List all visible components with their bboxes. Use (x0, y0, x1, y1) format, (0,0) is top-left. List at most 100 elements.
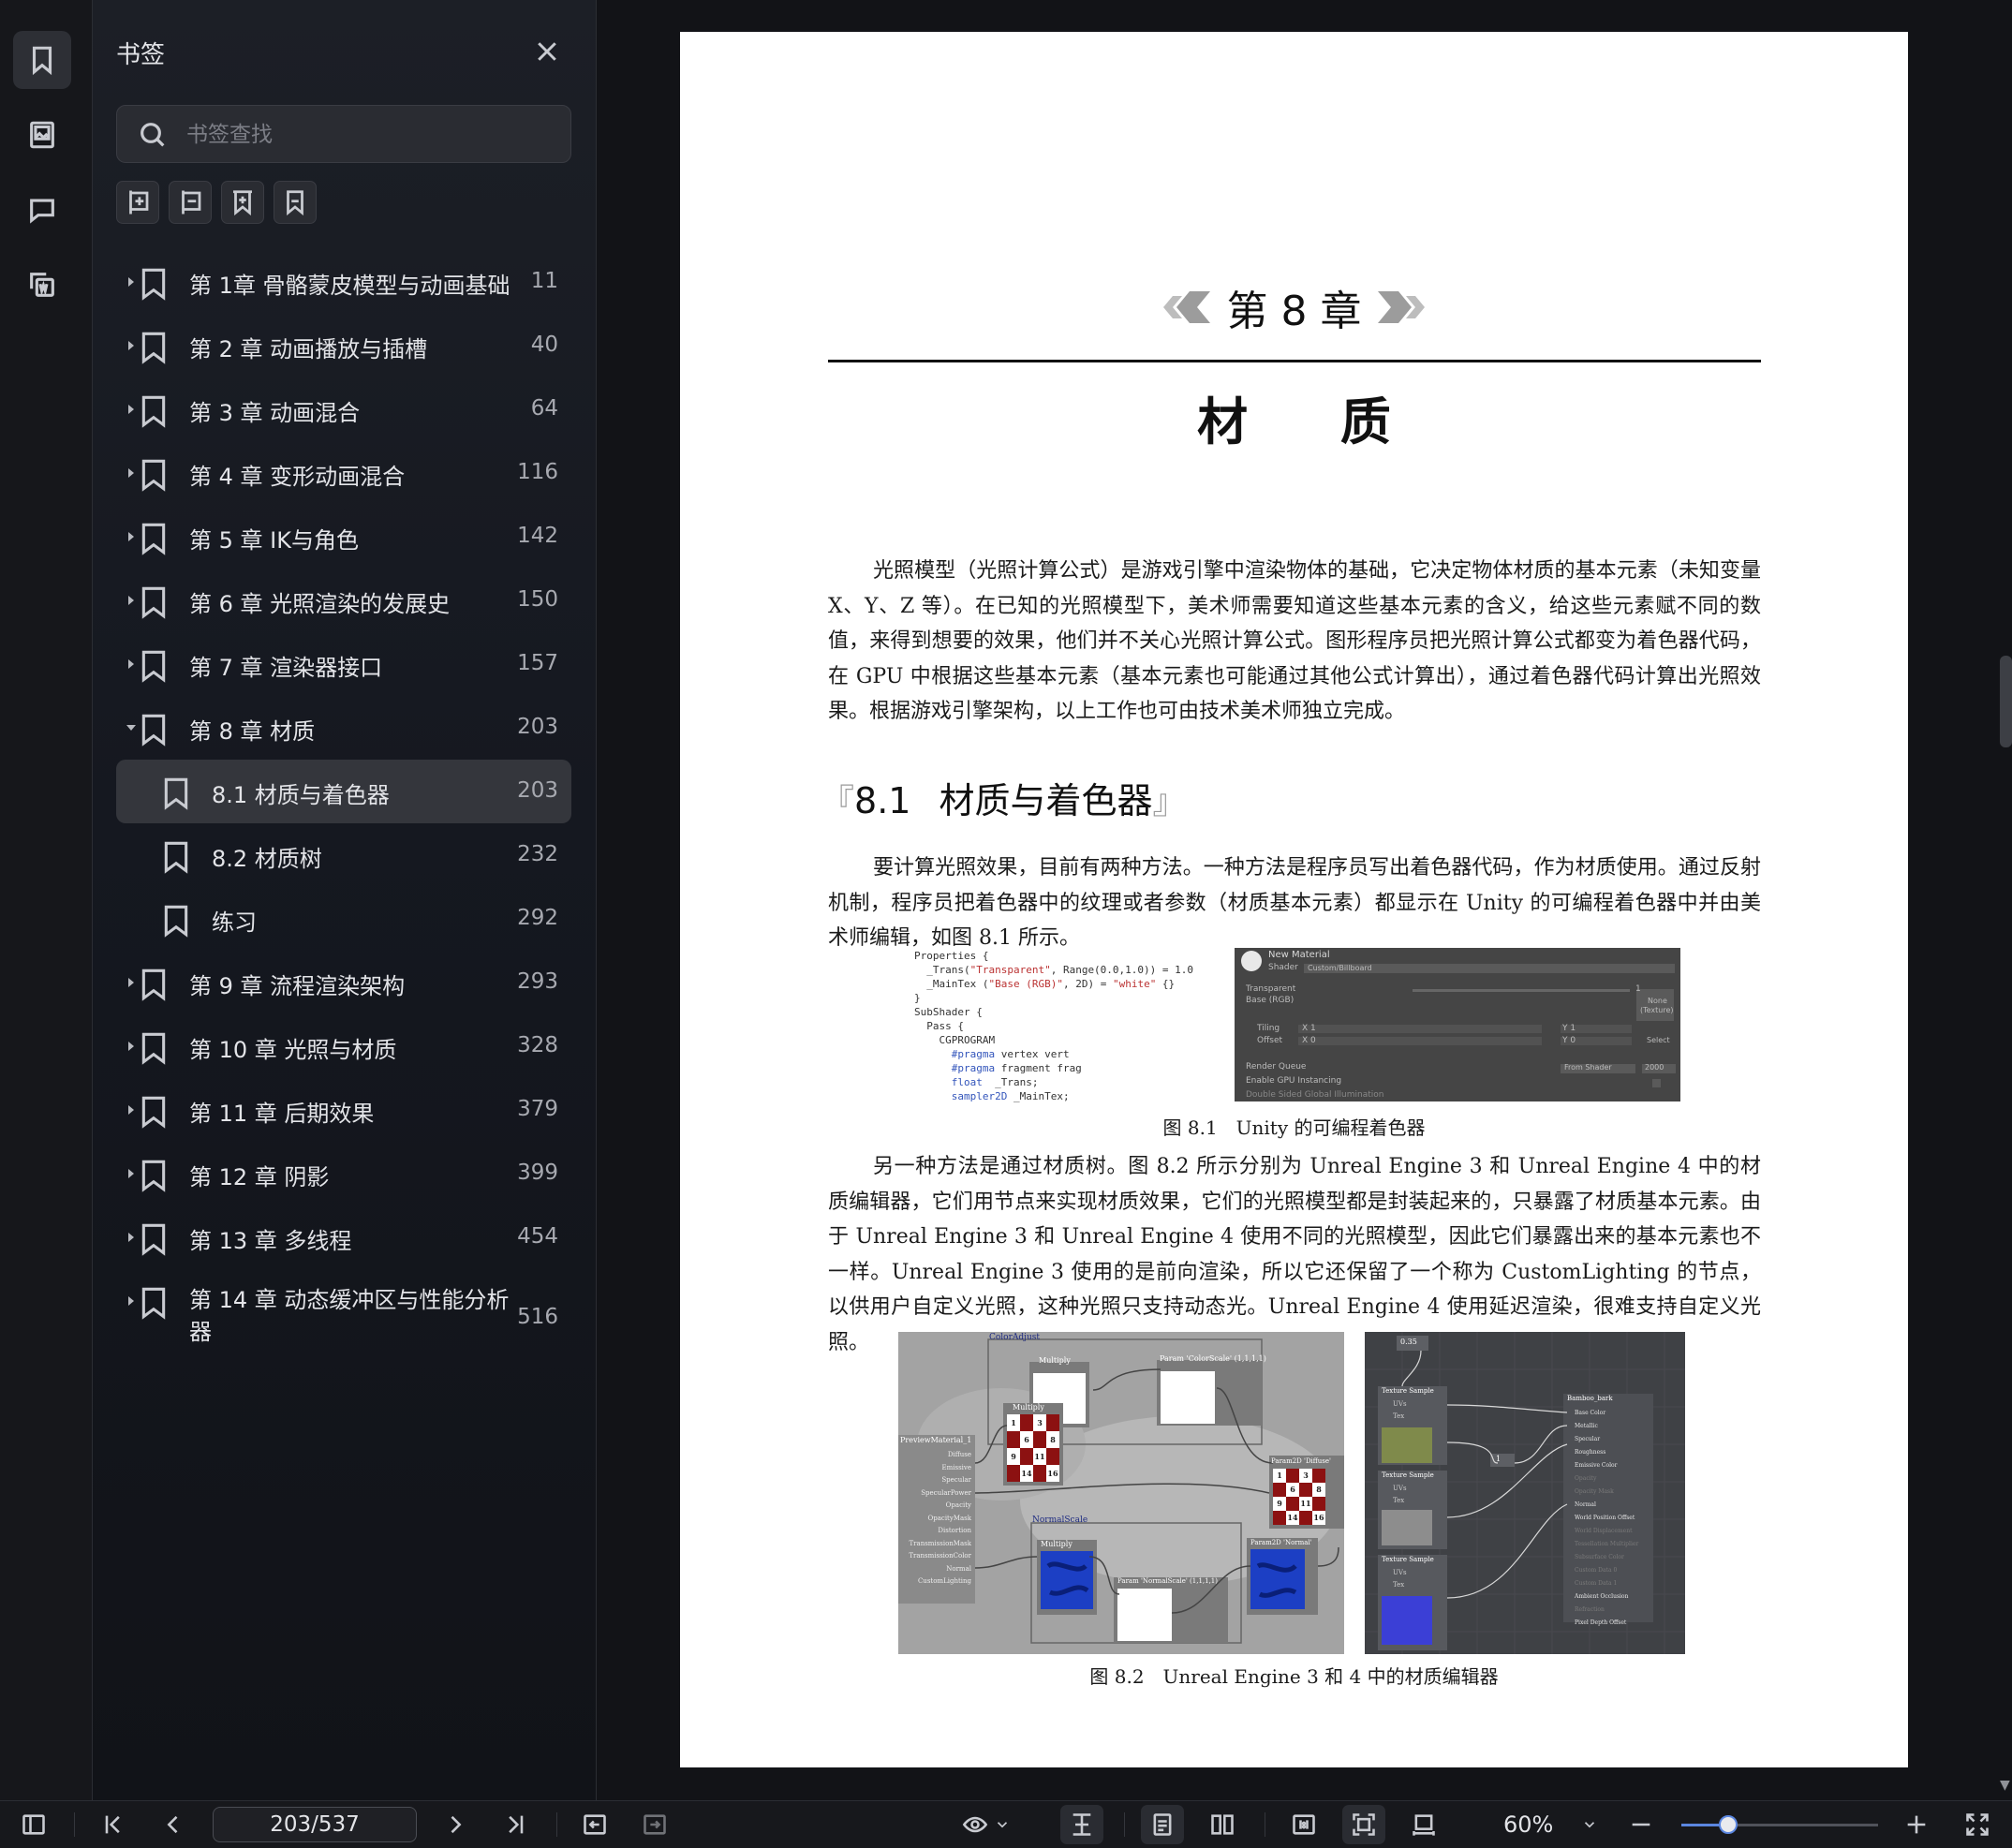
document-viewer[interactable]: ▼ 第 8 章 材 质 光照模型（光照计算公式）是游戏引擎中渲染物体的基础，它决… (597, 0, 2012, 1800)
body-paragraph: 另一种方法是通过材质树。图 8.2 所示分别为 Unreal Engine 3 … (828, 1155, 1761, 1354)
zoom-out-button[interactable] (1628, 1811, 1654, 1838)
texture-type: (Texture) (1640, 1006, 1674, 1014)
transparent-label: Transparent (1246, 984, 1296, 994)
plus-icon (1907, 1815, 1926, 1834)
expand-caret[interactable] (122, 1037, 141, 1056)
bookmark-item[interactable]: 第 5 章 IK与角色 142 (116, 505, 571, 569)
scroll-down-arrow-icon[interactable]: ▼ (2000, 1778, 2010, 1793)
toggle-sidebar-button[interactable] (21, 1811, 47, 1838)
panel-title: 书签 (116, 41, 166, 69)
collapse-all-button[interactable] (169, 181, 212, 224)
expand-caret[interactable] (122, 655, 141, 673)
bookmark-item-expanded[interactable]: 第 8 章 材质 203 (116, 696, 571, 760)
expand-caret[interactable] (122, 591, 141, 610)
zoom-in-button[interactable] (1903, 1811, 1930, 1838)
caret-right-icon (128, 532, 134, 541)
actual-size-button[interactable] (1291, 1811, 1317, 1838)
bookmark-item[interactable]: 第 2 章 动画播放与插槽 40 (116, 314, 571, 377)
expand-caret[interactable] (122, 336, 141, 355)
go-forward-button[interactable] (642, 1811, 668, 1838)
close-panel-button[interactable] (533, 37, 561, 66)
view-mode-button[interactable] (962, 1811, 988, 1838)
collapse-caret[interactable] (122, 718, 141, 737)
bookmark-item[interactable]: 第 4 章 变形动画混合 116 (116, 441, 571, 505)
ocr-tab[interactable] (13, 256, 71, 314)
input-pin: CustomLighting (917, 1577, 971, 1585)
first-page-button[interactable] (100, 1811, 126, 1838)
input-pin: Normal (946, 1564, 971, 1573)
input-pin: Emissive (941, 1463, 971, 1471)
bookmark-item[interactable]: 第 3 章 动画混合 64 (116, 377, 571, 441)
bookmark-page: 116 (517, 460, 558, 484)
expand-caret[interactable] (122, 973, 141, 992)
expand-caret[interactable] (122, 1164, 141, 1183)
bookmark-item-selected[interactable]: 8.1 材质与着色器 203 (116, 760, 571, 823)
view-mode-dropdown[interactable] (994, 1811, 1011, 1838)
bookmark-icon (161, 776, 191, 810)
two-page-icon (1211, 1814, 1234, 1835)
bookmark-icon (139, 458, 169, 492)
output-pin: Subsurface Color (1575, 1554, 1624, 1560)
bookmark-current-button[interactable] (274, 181, 317, 224)
two-page-button[interactable] (1209, 1811, 1235, 1838)
bookmark-item[interactable]: 练习 292 (116, 887, 571, 951)
output-pin: Metallic (1575, 1423, 1598, 1429)
bookmark-item[interactable]: 第 6 章 光照渲染的发展史 150 (116, 569, 571, 632)
chapter-number: 第 8 章 (1226, 288, 1362, 335)
bookmark-item[interactable]: 第 7 章 渲染器接口 157 (116, 632, 571, 696)
thumbnails-tab[interactable] (13, 106, 71, 164)
expand-caret[interactable] (122, 1101, 141, 1119)
code-line: } (914, 992, 921, 1004)
add-bookmark-button[interactable] (221, 181, 264, 224)
chapter-title: 材 质 (1197, 392, 1428, 451)
bookmarks-tab[interactable] (13, 31, 71, 89)
expand-caret[interactable] (122, 273, 141, 291)
expand-caret[interactable] (122, 1228, 141, 1247)
chevron-right-icon (451, 1815, 462, 1834)
shader-value: Custom/Billboard (1308, 964, 1372, 972)
bookmark-item[interactable]: 第 13 章 多线程 454 (116, 1205, 571, 1269)
expand-caret[interactable] (122, 400, 141, 419)
last-page-button[interactable] (502, 1811, 528, 1838)
expand-caret[interactable] (122, 464, 141, 482)
zoom-slider[interactable] (1681, 1824, 1878, 1826)
group-label: NormalScale (1032, 1515, 1088, 1525)
previous-page-button[interactable] (160, 1811, 186, 1838)
page-number-input[interactable]: 203/537 (213, 1807, 417, 1842)
node-title: PreviewMaterial_1 (900, 1436, 972, 1444)
expand-caret[interactable] (122, 527, 141, 546)
comments-tab[interactable] (13, 181, 71, 239)
node-title: Texture Sample (1382, 1387, 1434, 1395)
checker-cell: 14 (1286, 1511, 1299, 1525)
bookmark-label: 第 10 章 光照与材质 (189, 1037, 397, 1063)
bookmark-item[interactable]: 第 11 章 后期效果 379 (116, 1078, 571, 1142)
fit-width-button[interactable] (1411, 1811, 1437, 1838)
zoom-dropdown[interactable] (1581, 1811, 1598, 1838)
code-line: SubShader { (914, 1006, 983, 1018)
bookmark-page: 328 (517, 1033, 558, 1057)
bookmark-label: 第 12 章 阴影 (189, 1164, 330, 1190)
bookmark-search-input[interactable] (185, 115, 563, 155)
bookmark-item[interactable]: 第 1章 骨骼蒙皮模型与动画基础 11 (116, 250, 571, 314)
go-back-button[interactable] (582, 1811, 608, 1838)
chapter-rule (828, 360, 1761, 362)
bookmark-item[interactable]: 第 10 章 光照与材质 328 (116, 1014, 571, 1078)
material-inputs: Diffuse Emissive Specular SpecularPower … (900, 1449, 971, 1589)
next-page-button[interactable] (442, 1811, 468, 1838)
bookmark-item[interactable]: 8.2 材质树 232 (116, 823, 571, 887)
zoom-slider-handle[interactable] (1719, 1815, 1738, 1834)
expand-caret[interactable] (122, 1292, 141, 1310)
bookmark-item[interactable]: 第 12 章 阴影 399 (116, 1142, 571, 1205)
bookmark-label: 第 5 章 IK与角色 (189, 527, 359, 554)
expand-all-button[interactable] (116, 181, 159, 224)
fullscreen-button[interactable] (1964, 1811, 1990, 1838)
output-pin: Normal (1575, 1501, 1596, 1508)
scrollbar-thumb[interactable] (2000, 656, 2012, 747)
from-shader: From Shader (1564, 1063, 1612, 1072)
bookmark-item[interactable]: 第 9 章 流程渲染架构 293 (116, 951, 571, 1014)
bookmark-item[interactable]: 第 14 章 动态缓冲区与性能分析器 516 (116, 1269, 571, 1367)
figure-8-1-inspector: New Material Shader Custom/Billboard Tra… (1235, 948, 1680, 1101)
node-title: Texture Sample (1382, 1471, 1434, 1479)
zoom-level[interactable]: 60% (1503, 1811, 1553, 1838)
code-line: Pass { (914, 1020, 964, 1032)
